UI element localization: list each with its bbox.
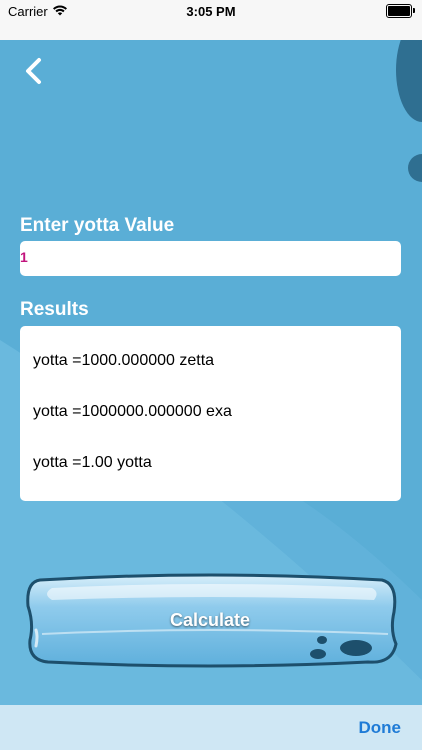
battery-fill bbox=[388, 6, 410, 16]
yotta-value-input[interactable]: 1 bbox=[20, 241, 401, 276]
battery-nub bbox=[413, 8, 415, 13]
back-button[interactable] bbox=[20, 56, 48, 86]
keyboard-toolbar: Done bbox=[0, 705, 422, 750]
calculate-button-label: Calculate bbox=[169, 610, 251, 630]
results-panel: yotta =1000.000000 zetta yotta =1000000.… bbox=[20, 326, 401, 501]
app-screen: Carrier 3:05 PM Enter yotta Value 1 Resu… bbox=[0, 0, 422, 750]
calculate-button[interactable]: Calculate bbox=[22, 572, 398, 668]
chevron-left-icon bbox=[26, 58, 41, 84]
result-line-exa: yotta =1000000.000000 exa bbox=[33, 403, 232, 420]
result-line-zetta: yotta =1000.000000 zetta bbox=[33, 352, 215, 369]
yotta-value-text: 1 bbox=[20, 249, 28, 265]
input-label: Enter yotta Value bbox=[20, 215, 175, 236]
result-line-yotta: yotta =1.00 yotta bbox=[33, 454, 152, 471]
results-label: Results bbox=[20, 299, 89, 320]
done-button[interactable]: Done bbox=[359, 718, 402, 738]
status-bar: Carrier 3:05 PM bbox=[0, 0, 422, 40]
status-time: 3:05 PM bbox=[186, 4, 236, 19]
battery-icon bbox=[386, 4, 415, 18]
